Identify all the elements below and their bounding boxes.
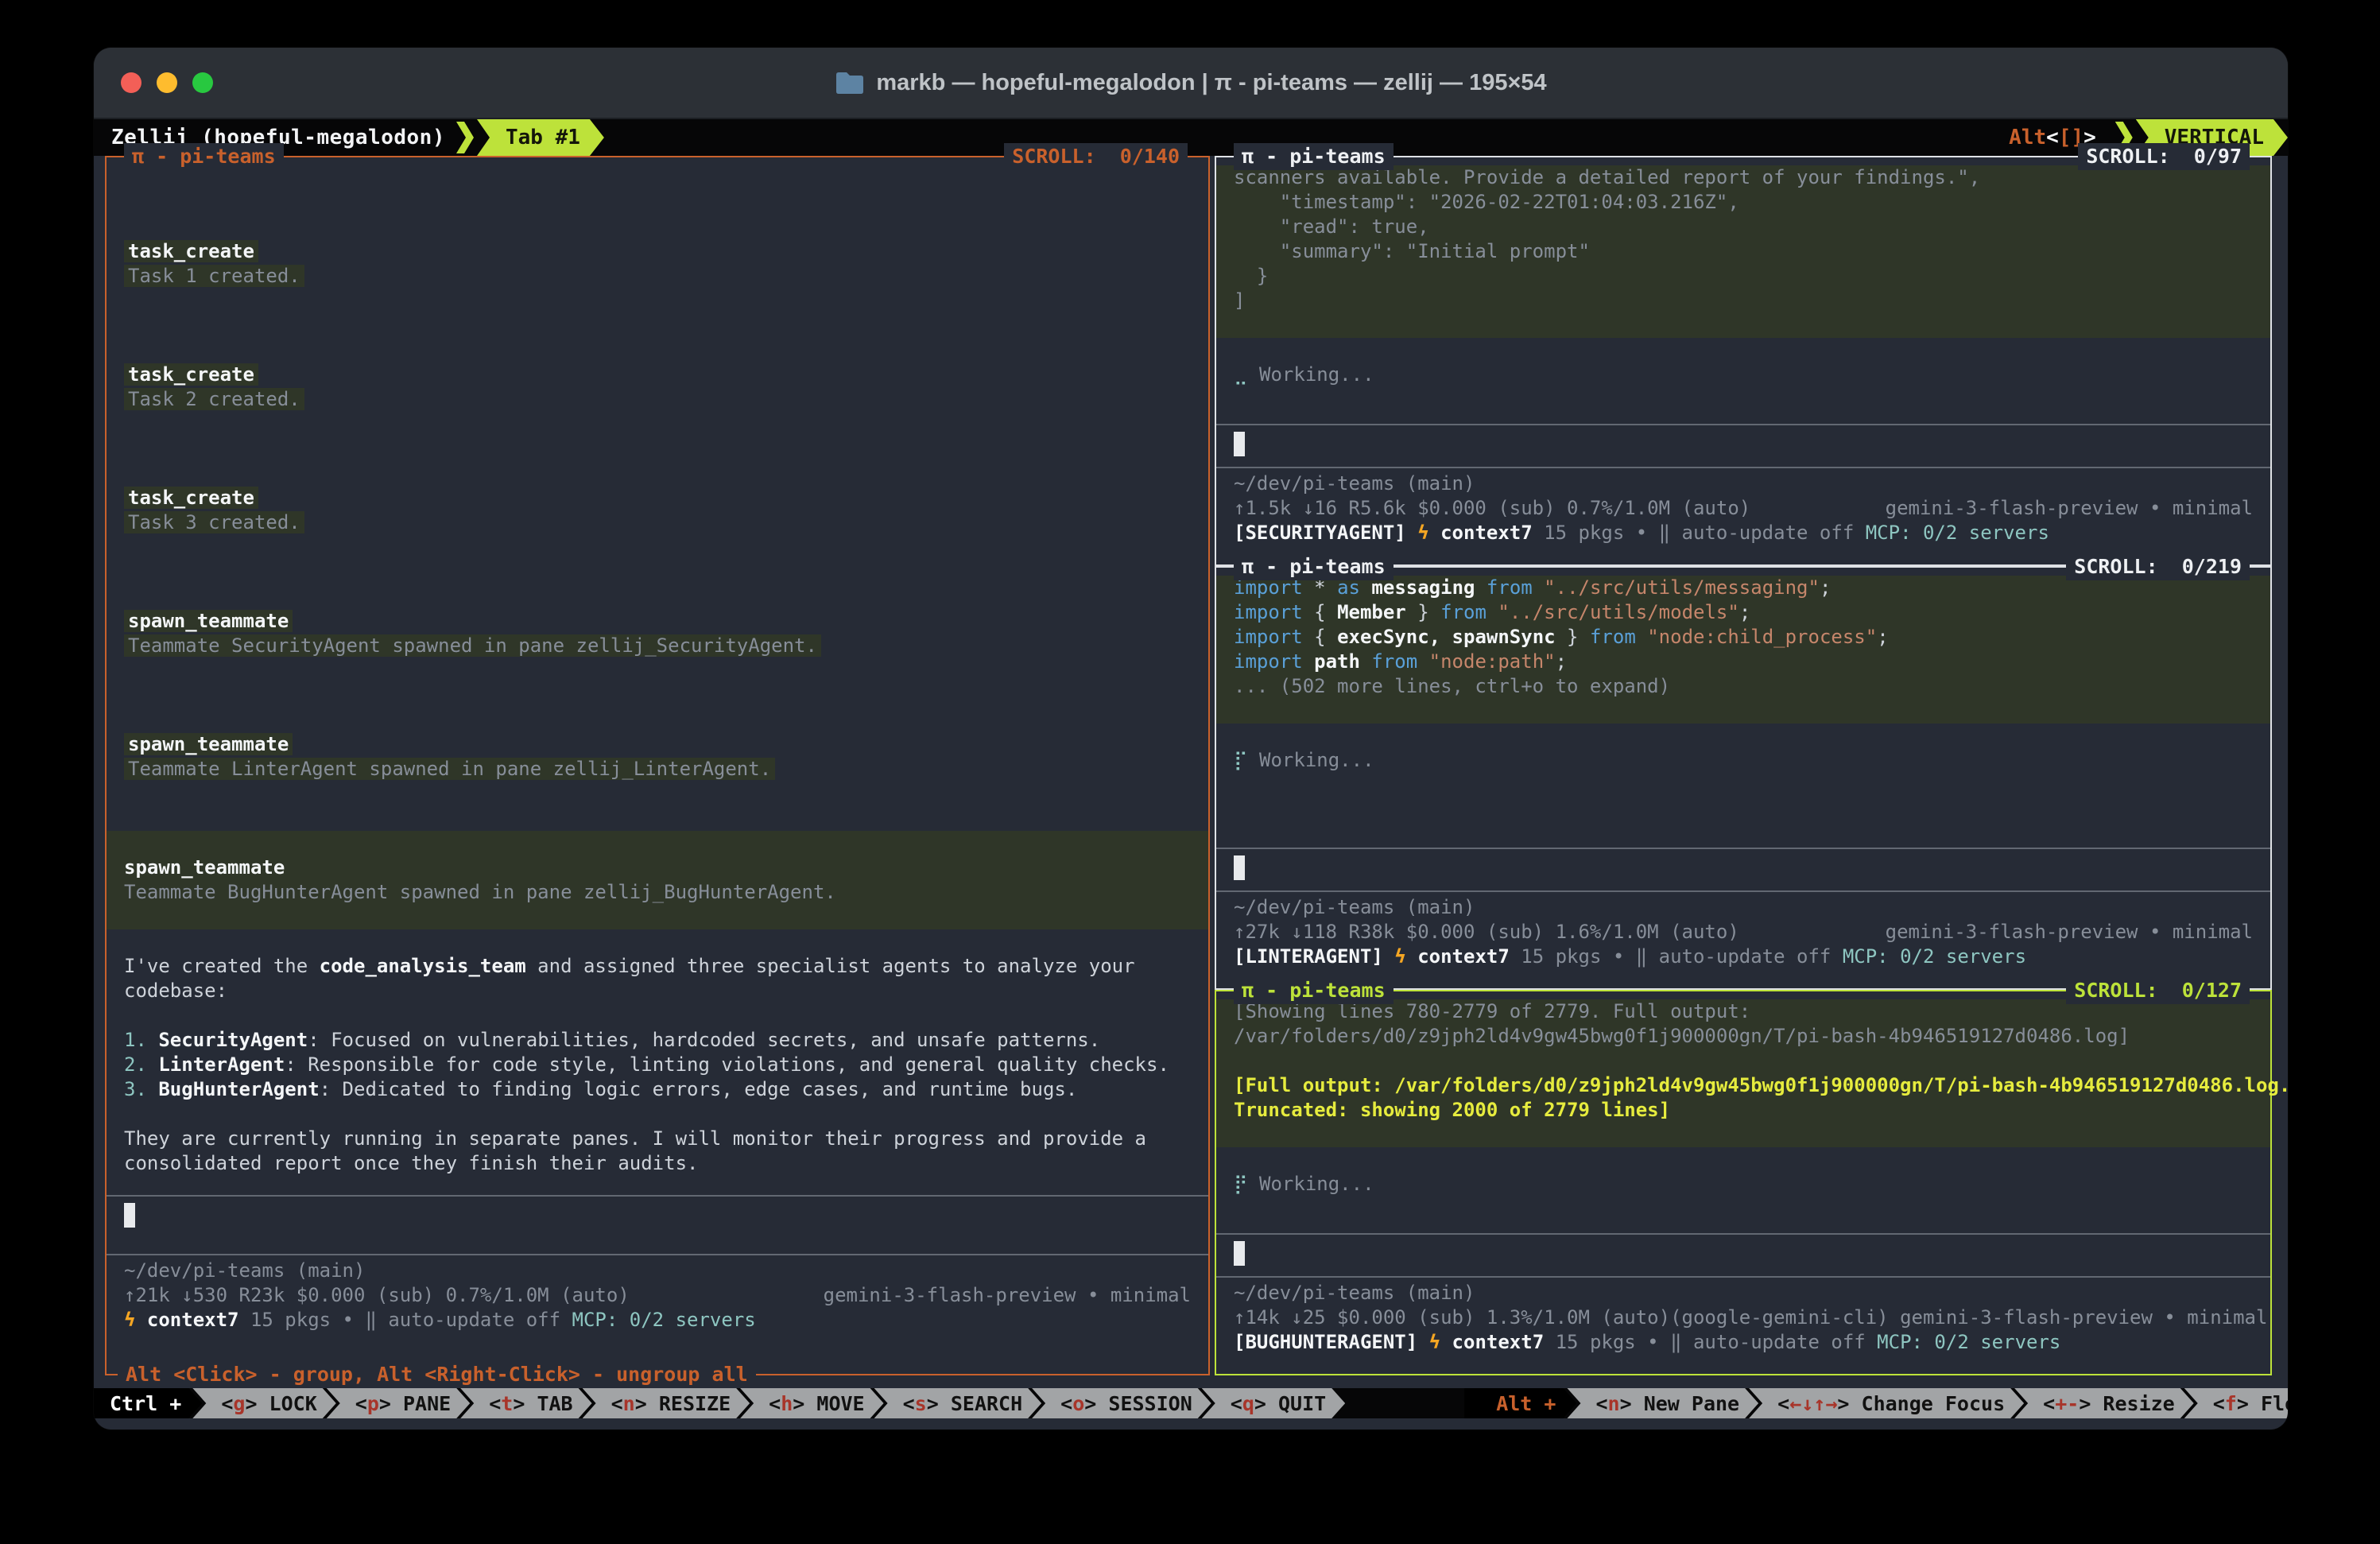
keybind-chip-tab[interactable]: <t> TAB	[460, 1388, 591, 1418]
mcp-status: ϟ context7 15 pkgs • ‖ auto-update off M…	[107, 1308, 1208, 1333]
terminal-window: markb — hopeful-megalodon | π - pi-teams…	[94, 48, 2288, 1430]
cwd-branch: ~/dev/pi-teams (main)	[1216, 1281, 2270, 1305]
pane-footer: ~/dev/pi-teams (main) ↑27k ↓118 R38k $0.…	[1216, 892, 2270, 988]
pane-title: π - pi-teams	[124, 143, 284, 170]
pane-bughunter-agent[interactable]: π - pi-teams SCROLL: 0/127 [Showing line…	[1215, 990, 2272, 1375]
window-title: markb — hopeful-megalodon | π - pi-teams…	[876, 70, 1546, 96]
prompt-input[interactable]	[107, 1197, 1208, 1254]
input-separator	[1216, 848, 2270, 849]
mcp-status: [LINTERAGENT] ϟ context7 15 pkgs • ‖ aut…	[1216, 945, 2270, 969]
minimize-button[interactable]	[157, 72, 177, 93]
macos-titlebar: markb — hopeful-megalodon | π - pi-teams…	[94, 48, 2288, 119]
pane-title: π - pi-teams	[1234, 977, 1394, 1004]
scroll-indicator: SCROLL: 0/140	[1004, 143, 1188, 170]
alt-chips: <n> New Pane<←↓↑→> Change Focus<+-> Resi…	[1576, 1388, 2288, 1418]
pane-title: π - pi-teams	[1234, 553, 1394, 580]
pane-footer: ~/dev/pi-teams (main) ↑14k ↓25 $0.000 (s…	[1216, 1278, 2270, 1374]
prompt-input[interactable]	[1216, 425, 2270, 467]
text-cursor	[1234, 432, 1245, 456]
pane-linter-agent[interactable]: π - pi-teams SCROLL: 0/219 import * as m…	[1215, 566, 2272, 990]
right-pane-column: π - pi-teams SCROLL: 0/97 scanners avail…	[1215, 156, 2272, 1375]
tab-1[interactable]: Tab #1	[477, 119, 604, 156]
terminal-lines: task_createTask 1 created.task_createTas…	[107, 157, 1208, 1176]
pane-footer: ~/dev/pi-teams (main) ↑1.5k ↓16 R5.6k $0…	[1216, 468, 2270, 564]
keybind-chip-session[interactable]: <o> SESSION	[1032, 1388, 1211, 1418]
input-separator	[1216, 424, 2270, 425]
mcp-status: [BUGHUNTERAGENT] ϟ context7 15 pkgs • ‖ …	[1216, 1330, 2270, 1355]
keybind-chip-lock[interactable]: <g> LOCK	[192, 1388, 335, 1418]
pane-workspace: π - pi-teams SCROLL: 0/140 Alt <Click> -…	[94, 156, 2288, 1375]
input-separator	[107, 1254, 1208, 1255]
alt-modifier-chip: Alt +	[1464, 1388, 1576, 1418]
mcp-status: [SECURITYAGENT] ϟ context7 15 pkgs • ‖ a…	[1216, 521, 2270, 545]
keybind-status-bar: Ctrl + <g> LOCK<p> PANE<t> TAB<n> RESIZE…	[94, 1388, 2288, 1418]
scroll-indicator: SCROLL: 0/219	[2066, 553, 2250, 580]
input-separator	[1216, 1233, 2270, 1235]
input-separator	[1216, 890, 2270, 892]
window-footer	[94, 1418, 2288, 1430]
folder-icon	[835, 70, 865, 95]
keybind-chip-move[interactable]: <h> MOVE	[740, 1388, 883, 1418]
keybind-chip-quit[interactable]: <q> QUIT	[1202, 1388, 1345, 1418]
ctrl-modifier-chip: Ctrl +	[94, 1388, 202, 1418]
window-title-group: markb — hopeful-megalodon | π - pi-teams…	[835, 70, 1546, 96]
usage-stats: ↑21k ↓530 R23k $0.000 (sub) 0.7%/1.0M (a…	[107, 1283, 1208, 1308]
input-separator	[1216, 467, 2270, 468]
usage-stats: ↑27k ↓118 R38k $0.000 (sub) 1.6%/1.0M (a…	[1216, 920, 2270, 945]
cwd-branch: ~/dev/pi-teams (main)	[1216, 895, 2270, 920]
usage-stats: ↑1.5k ↓16 R5.6k $0.000 (sub) 0.7%/1.0M (…	[1216, 496, 2270, 521]
keybind-chip-resize[interactable]: <n> RESIZE	[583, 1388, 750, 1418]
terminal-body[interactable]: [Showing lines 780-2779 of 2779. Full ou…	[1216, 991, 2270, 1374]
window-controls	[121, 48, 213, 118]
pane-orchestrator[interactable]: π - pi-teams SCROLL: 0/140 Alt <Click> -…	[105, 156, 1210, 1375]
group-keybind-hint: Alt <Click> - group, Alt <Right-Click> -…	[118, 1361, 756, 1388]
close-button[interactable]	[121, 72, 141, 93]
chevron-separator-icon	[456, 122, 474, 153]
terminal-body[interactable]: task_createTask 1 created.task_createTas…	[107, 157, 1208, 1374]
prompt-input[interactable]	[1216, 849, 2270, 890]
terminal-lines: [Showing lines 780-2779 of 2779. Full ou…	[1216, 991, 2270, 1197]
text-cursor	[1234, 855, 1245, 880]
terminal-body[interactable]: import * as messaging from "../src/utils…	[1216, 568, 2270, 988]
pane-security-agent[interactable]: π - pi-teams SCROLL: 0/97 scanners avail…	[1215, 156, 2272, 566]
keybind-chip-search[interactable]: <s> SEARCH	[874, 1388, 1042, 1418]
keybind-chip-new-pane[interactable]: <n> New Pane	[1567, 1388, 1758, 1418]
pane-footer: ~/dev/pi-teams (main) ↑21k ↓530 R23k $0.…	[107, 1255, 1208, 1374]
cwd-branch: ~/dev/pi-teams (main)	[107, 1259, 1208, 1283]
terminal-body[interactable]: scanners available. Provide a detailed r…	[1216, 157, 2270, 564]
terminal-lines: scanners available. Provide a detailed r…	[1216, 157, 2270, 387]
cwd-branch: ~/dev/pi-teams (main)	[1216, 471, 2270, 496]
scroll-indicator: SCROLL: 0/127	[2066, 977, 2250, 1004]
terminal-lines: import * as messaging from "../src/utils…	[1216, 568, 2270, 773]
ctrl-chips: <g> LOCK<p> PANE<t> TAB<n> RESIZE<h> MOV…	[202, 1388, 1345, 1418]
usage-stats: ↑14k ↓25 $0.000 (sub) 1.3%/1.0M (auto)(g…	[1216, 1305, 2270, 1330]
keybind-chip-change-focus[interactable]: <←↓↑→> Change Focus	[1749, 1388, 2024, 1418]
scroll-indicator: SCROLL: 0/97	[2078, 143, 2250, 170]
text-cursor	[124, 1203, 135, 1228]
pane-title: π - pi-teams	[1234, 143, 1394, 170]
zellij-tab-bar: Zellij (hopeful-megalodon) Tab #1 Alt <[…	[94, 119, 2288, 156]
keybind-chip-floating[interactable]: <f> Floating	[2184, 1388, 2288, 1418]
keybind-chip-resize[interactable]: <+-> Resize	[2014, 1388, 2194, 1418]
keybind-chip-pane[interactable]: <p> PANE	[327, 1388, 470, 1418]
zoom-button[interactable]	[192, 72, 213, 93]
text-cursor	[1234, 1241, 1245, 1266]
prompt-input[interactable]	[1216, 1235, 2270, 1276]
input-separator	[107, 1195, 1208, 1197]
input-separator	[1216, 1276, 2270, 1278]
